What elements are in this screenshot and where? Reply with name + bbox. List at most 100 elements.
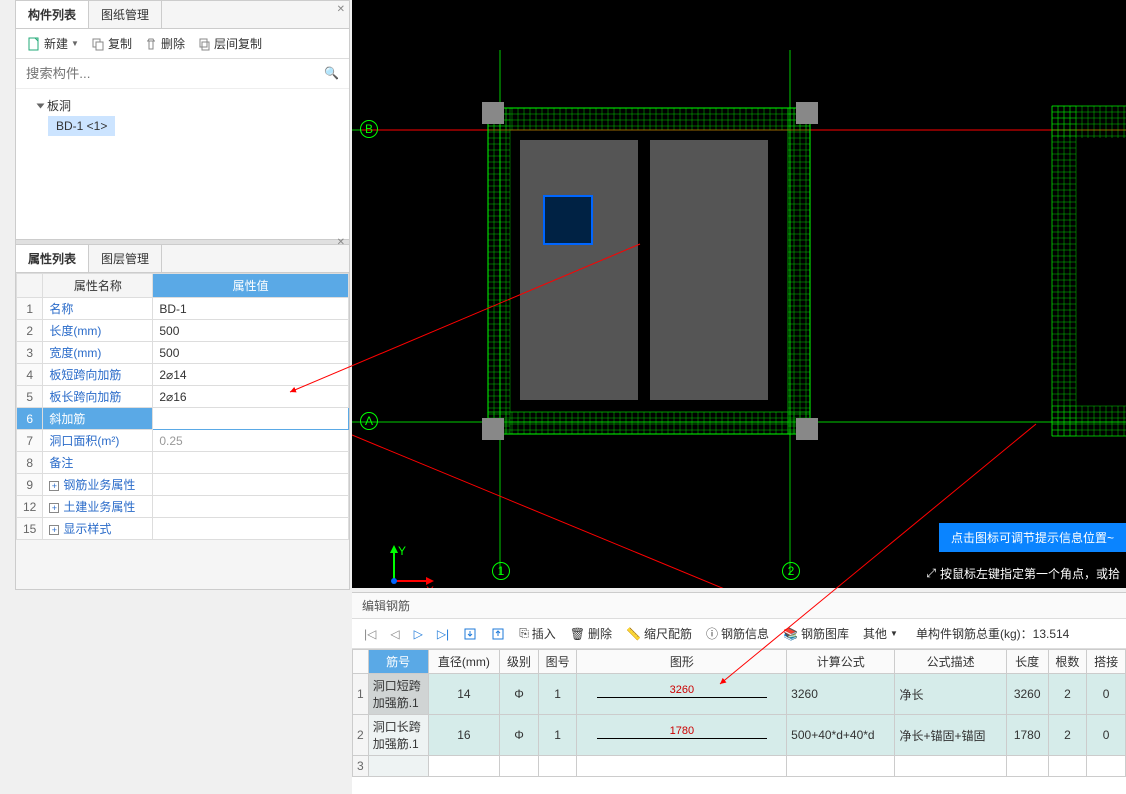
prop-value[interactable]: 500 [153, 342, 349, 364]
cell-name[interactable] [368, 756, 428, 777]
cell-shape[interactable]: 3260 [577, 674, 787, 715]
hint-bubble[interactable]: 点击图标可调节提示信息位置~ [939, 523, 1126, 552]
cell-n[interactable]: 3 [353, 756, 369, 777]
nav-next[interactable]: ▷ [410, 627, 427, 641]
info-button[interactable]: ⓘ钢筋信息 [702, 623, 773, 644]
nav-first[interactable]: |◁ [360, 627, 380, 641]
scale-button[interactable]: 📏缩尺配筋 [622, 623, 696, 644]
col-header[interactable]: 图号 [538, 650, 577, 674]
prop-row[interactable]: 4板短跨向加筋2⌀14 [17, 364, 349, 386]
cell-formula[interactable]: 500+40*d+40*d [787, 715, 895, 756]
cell-name[interactable]: 洞口短跨加强筋.1 [368, 674, 428, 715]
drawing-canvas[interactable]: B A 1 2 YX 点击图标可调节提示信息位置~ ⤢按鼠标左键指定第一个角点，… [352, 0, 1126, 588]
prop-row[interactable]: 7洞口面积(m²)0.25 [17, 430, 349, 452]
cell-n[interactable]: 2 [353, 715, 369, 756]
col-header[interactable]: 搭接 [1087, 650, 1126, 674]
col-header[interactable]: 直径(mm) [428, 650, 499, 674]
cell-desc[interactable]: 净长 [895, 674, 1006, 715]
delete-button[interactable]: 🗑删除 [566, 623, 616, 644]
prop-value[interactable]: 2⌀14 [153, 364, 349, 386]
tree-item-selected[interactable]: BD-1 <1> [48, 116, 115, 136]
search-icon[interactable]: 🔍 [324, 66, 339, 80]
tab-property-list[interactable]: 属性列表 [16, 245, 89, 272]
cell-dia[interactable]: 16 [428, 715, 499, 756]
cell-fig[interactable] [538, 756, 577, 777]
cell-cnt[interactable]: 2 [1048, 674, 1087, 715]
prop-value[interactable]: 2⌀16 [153, 386, 349, 408]
cell-name[interactable]: 洞口长跨加强筋.1 [368, 715, 428, 756]
prop-row[interactable]: 3宽度(mm)500 [17, 342, 349, 364]
prop-row[interactable]: 15+显示样式 [17, 518, 349, 540]
prop-value[interactable] [153, 474, 349, 496]
cell-len[interactable]: 3260 [1006, 674, 1048, 715]
prop-value[interactable] [153, 518, 349, 540]
close-icon[interactable]: ✕ [337, 4, 345, 15]
prop-row[interactable]: 2长度(mm)500 [17, 320, 349, 342]
cell-n[interactable]: 1 [353, 674, 369, 715]
cell-lvl[interactable]: Φ [500, 674, 539, 715]
copy-button[interactable]: 复制 [86, 33, 137, 54]
cell-len[interactable]: 1780 [1006, 715, 1048, 756]
cell-lvl[interactable]: Φ [500, 715, 539, 756]
cell-formula[interactable]: 3260 [787, 674, 895, 715]
prop-value[interactable]: 0.25 [153, 430, 349, 452]
cell-shape[interactable] [577, 756, 787, 777]
nav-prev[interactable]: ◁ [386, 627, 403, 641]
cell-cnt[interactable]: 2 [1048, 715, 1087, 756]
cell-desc[interactable] [895, 756, 1006, 777]
nav-last[interactable]: ▷| [433, 627, 453, 641]
prop-row[interactable]: 12+土建业务属性 [17, 496, 349, 518]
search-input[interactable] [22, 63, 343, 84]
cell-lvl[interactable] [500, 756, 539, 777]
prop-value[interactable]: BD-1 [153, 298, 349, 320]
col-header[interactable]: 根数 [1048, 650, 1087, 674]
expand-icon[interactable]: + [49, 503, 59, 513]
export-button[interactable] [487, 625, 509, 643]
col-header[interactable]: 图形 [577, 650, 787, 674]
cell-dia[interactable] [428, 756, 499, 777]
col-header[interactable]: 级别 [500, 650, 539, 674]
cell-lap[interactable] [1087, 756, 1126, 777]
cell-shape[interactable]: 1780 [577, 715, 787, 756]
tab-component-list[interactable]: 构件列表 [16, 1, 89, 28]
prop-row[interactable]: 6斜加筋 [17, 408, 349, 430]
prop-value[interactable] [153, 496, 349, 518]
tab-layer-mgmt[interactable]: 图层管理 [89, 245, 162, 272]
col-header[interactable]: 筋号 [368, 650, 428, 674]
insert-button[interactable]: ⎘插入 [515, 623, 560, 644]
prop-name: 洞口面积(m²) [43, 430, 153, 452]
prop-value[interactable] [153, 408, 349, 430]
rebar-row[interactable]: 3 [353, 756, 1126, 777]
col-header[interactable]: 公式描述 [895, 650, 1006, 674]
import-button[interactable] [459, 625, 481, 643]
new-button[interactable]: 新建▼ [22, 33, 84, 54]
cell-formula[interactable] [787, 756, 895, 777]
lib-button[interactable]: 📚钢筋图库 [779, 623, 853, 644]
cell-lap[interactable]: 0 [1087, 674, 1126, 715]
other-button[interactable]: 其他▼ [859, 623, 902, 644]
cell-len[interactable] [1006, 756, 1048, 777]
expand-icon[interactable]: + [49, 481, 59, 491]
expand-icon[interactable]: + [49, 525, 59, 535]
col-header[interactable]: 计算公式 [787, 650, 895, 674]
prop-row[interactable]: 5板长跨向加筋2⌀16 [17, 386, 349, 408]
tab-drawing-mgmt[interactable]: 图纸管理 [89, 1, 162, 28]
rebar-row[interactable]: 2洞口长跨加强筋.116Φ11780500+40*d+40*d净长+锚固+锚固1… [353, 715, 1126, 756]
prop-row[interactable]: 9+钢筋业务属性 [17, 474, 349, 496]
cell-fig[interactable]: 1 [538, 715, 577, 756]
rebar-row[interactable]: 1洞口短跨加强筋.114Φ132603260净长326020 [353, 674, 1126, 715]
layer-copy-button[interactable]: 层间复制 [192, 33, 267, 54]
cell-lap[interactable]: 0 [1087, 715, 1126, 756]
prop-value[interactable]: 500 [153, 320, 349, 342]
prop-row[interactable]: 1名称BD-1 [17, 298, 349, 320]
cell-cnt[interactable] [1048, 756, 1087, 777]
col-header[interactable]: 长度 [1006, 650, 1048, 674]
cell-desc[interactable]: 净长+锚固+锚固 [895, 715, 1006, 756]
tree-root[interactable]: 板洞 [26, 95, 339, 116]
prop-value[interactable] [153, 452, 349, 474]
prop-row[interactable]: 8备注 [17, 452, 349, 474]
cell-dia[interactable]: 14 [428, 674, 499, 715]
cell-fig[interactable]: 1 [538, 674, 577, 715]
row-num: 6 [17, 408, 43, 430]
delete-button[interactable]: 删除 [139, 33, 190, 54]
